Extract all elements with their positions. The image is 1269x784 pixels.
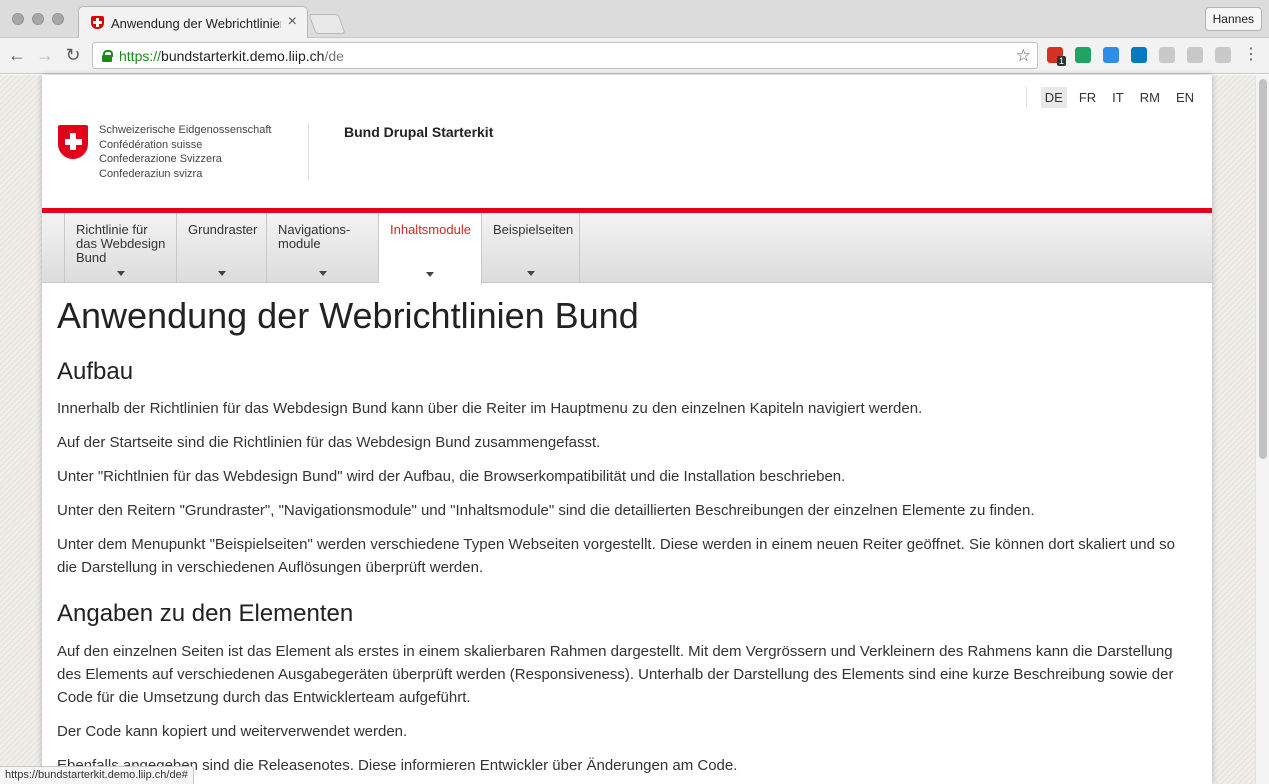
paragraph: Unter den Reitern "Grundraster", "Naviga…: [57, 502, 1035, 519]
nav-item-label: Navigations-module: [278, 222, 351, 251]
page-title: Anwendung der Webrichtlinien Bund: [57, 295, 639, 336]
header-divider: [308, 123, 309, 180]
nav-item-label: Richtlinie für das Webdesign Bund: [76, 222, 166, 265]
language-link-de[interactable]: DE: [1040, 87, 1067, 108]
paragraph: Auf den einzelnen Seiten ist das Element…: [57, 643, 1174, 706]
gmail-counter-icon[interactable]: 1: [1047, 47, 1066, 66]
caret-down-icon: [217, 271, 226, 276]
confederation-line-it: Confederazione Svizzera: [99, 153, 222, 166]
browser-titlebar: Anwendung der Webrichtlinien Bund × Hann…: [0, 0, 1269, 39]
profile-button[interactable]: Hannes: [1204, 7, 1262, 31]
nav-item-label: Beispielseiten: [493, 222, 574, 237]
confederation-line-de: Schweizerische Eidgenossenschaft: [99, 124, 272, 136]
language-link-en[interactable]: EN: [1172, 87, 1198, 108]
new-tab-button[interactable]: [308, 14, 346, 34]
extension-badge: 1: [1056, 56, 1066, 66]
page-content: DE FR IT RM EN Schweizerische Eidgenossensch…: [42, 75, 1212, 784]
nav-item-label: Inhaltsmodule: [390, 222, 471, 237]
nav-item-beispielseiten[interactable]: Beispielseiten: [482, 213, 580, 283]
paragraph: Innerhalb der Richtlinien für das Webdes…: [57, 400, 923, 417]
caret-down-icon: [526, 271, 535, 276]
page-scrollbar[interactable]: [1255, 75, 1269, 784]
paragraph: Ebenfalls angegeben sind die Releasenote…: [57, 757, 738, 774]
main-navigation: Richtlinie für das Webdesign Bund Grundr…: [42, 213, 1212, 284]
link-status-bar: https://bundstarterkit.demo.liip.ch/de#: [0, 766, 194, 784]
language-link-it[interactable]: IT: [1108, 87, 1128, 108]
browser-toolbar: ← → ↻ https://bundstarterkit.demo.liip.c…: [0, 38, 1269, 74]
section-heading-elemente: Angaben zu den Elementen: [57, 600, 354, 627]
zoom-window-button[interactable]: [52, 13, 64, 25]
site-name[interactable]: Bund Drupal Starterkit: [344, 124, 493, 140]
confederation-line-fr: Confédération suisse: [99, 138, 203, 151]
caret-down-icon: [318, 271, 327, 276]
lock-icon: [102, 50, 113, 62]
paragraph: Unter dem Menupunkt "Beispielseiten" wer…: [57, 536, 1175, 576]
google-drive-icon[interactable]: [1075, 47, 1091, 63]
reload-icon[interactable]: ↻: [62, 44, 84, 66]
bookmark-star-icon[interactable]: ☆: [1016, 46, 1031, 66]
nav-item-label: Grundraster: [188, 222, 258, 237]
close-window-button[interactable]: [12, 13, 24, 25]
language-link-fr[interactable]: FR: [1075, 87, 1100, 108]
section-heading-aufbau: Aufbau: [57, 358, 134, 385]
browser-tab-active[interactable]: Anwendung der Webrichtlinien Bund ×: [78, 6, 308, 39]
swiss-flag-favicon-icon: [91, 16, 104, 29]
language-switcher: DE FR IT RM EN: [1025, 87, 1198, 108]
scrollbar-thumb[interactable]: [1259, 79, 1267, 459]
nav-item-richtlinie[interactable]: Richtlinie für das Webdesign Bund: [64, 213, 177, 283]
url-text[interactable]: https://bundstarterkit.demo.liip.ch/de: [119, 48, 344, 64]
paragraph: Unter "Richtlnien für das Webdesign Bund…: [57, 468, 846, 485]
minimize-window-button[interactable]: [32, 13, 44, 25]
nav-item-navigationsmodule[interactable]: Navigations-module: [267, 213, 379, 283]
back-arrow-icon[interactable]: ←: [6, 44, 28, 66]
trello-icon[interactable]: [1131, 47, 1147, 63]
tab-close-icon[interactable]: ×: [288, 14, 297, 30]
nav-item-inhaltsmodule[interactable]: Inhaltsmodule: [379, 213, 482, 284]
language-link-rm[interactable]: RM: [1136, 87, 1164, 108]
caret-down-icon: [426, 272, 434, 277]
swiss-coat-of-arms-logo[interactable]: [58, 125, 88, 159]
at-sign-icon[interactable]: [1103, 47, 1119, 63]
tab-title: Anwendung der Webrichtlinien Bund: [111, 16, 281, 31]
forward-arrow-icon[interactable]: →: [34, 44, 56, 66]
grey-extension-icon[interactable]: [1159, 47, 1175, 63]
caret-down-icon: [116, 271, 125, 276]
paragraph: Auf der Startseite sind die Richtlinien …: [57, 434, 601, 451]
grey-extension-icon-3[interactable]: [1215, 47, 1231, 63]
address-bar[interactable]: https://bundstarterkit.demo.liip.ch/de ☆: [92, 42, 1038, 69]
grey-extension-icon-2[interactable]: [1187, 47, 1203, 63]
chrome-menu-icon[interactable]: ⋮: [1240, 44, 1262, 66]
confederation-names: Schweizerische Eidgenossenschaft Confédé…: [99, 123, 271, 181]
paragraph: Der Code kann kopiert und weiterverwende…: [57, 723, 408, 740]
confederation-line-rm: Confederaziun svizra: [99, 167, 203, 180]
nav-item-grundraster[interactable]: Grundraster: [177, 213, 267, 283]
